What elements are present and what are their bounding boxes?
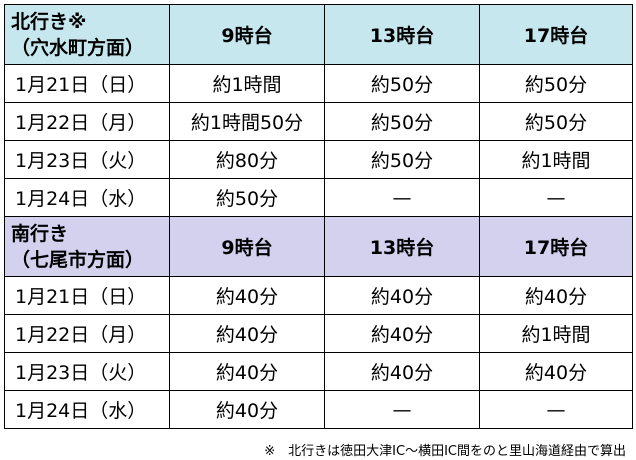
cell-value: — [479,178,633,217]
cell-value: 約50分 [479,102,633,141]
cell-value: 約80分 [169,140,325,179]
cell-value: 約40分 [479,276,633,315]
row-date: 1月21日（日） [4,276,170,315]
cell-value: 約40分 [169,314,325,353]
south-direction-header: 南行き （七尾市方面） [4,216,170,277]
cell-value: — [324,390,480,429]
row-date: 1月21日（日） [4,64,170,103]
footnote: ※ 北行きは徳田大津IC～横田IC間をのと里山海道経由で算出 [264,444,626,459]
table-row: 1月21日（日） 約1時間 約50分 約50分 [4,64,633,103]
cell-value: 約1時間 [169,64,325,103]
cell-value: — [324,178,480,217]
cell-value: 約1時間50分 [169,102,325,141]
cell-value: 約1時間 [479,314,633,353]
table-row: 1月24日（水） 約40分 — — [4,390,633,429]
cell-value: 約40分 [324,352,480,391]
row-date: 1月22日（月） [4,314,170,353]
south-header-row: 南行き （七尾市方面） 9時台 13時台 17時台 [4,216,633,277]
table-row: 1月22日（月） 約1時間50分 約50分 約50分 [4,102,633,141]
cell-value: 約1時間 [479,140,633,179]
row-date: 1月24日（水） [4,178,170,217]
table-row: 1月22日（月） 約40分 約40分 約1時間 [4,314,633,353]
cell-value: 約40分 [169,352,325,391]
row-date: 1月23日（火） [4,140,170,179]
cell-value: 約40分 [324,276,480,315]
cell-value: — [479,390,633,429]
row-date: 1月22日（月） [4,102,170,141]
north-direction-header: 北行き※ （穴水町方面） [4,4,170,65]
north-col-9: 9時台 [169,4,325,65]
cell-value: 約40分 [169,276,325,315]
north-header-row: 北行き※ （穴水町方面） 9時台 13時台 17時台 [4,4,633,65]
cell-value: 約50分 [324,140,480,179]
south-col-13: 13時台 [324,216,480,277]
table-row: 1月24日（水） 約50分 — — [4,178,633,217]
south-col-17: 17時台 [479,216,633,277]
cell-value: 約50分 [479,64,633,103]
cell-value: 約40分 [169,390,325,429]
table-row: 1月23日（火） 約40分 約40分 約40分 [4,352,633,391]
travel-time-table: 北行き※ （穴水町方面） 9時台 13時台 17時台 1月21日（日） 約1時間 … [4,4,633,429]
cell-value: 約40分 [324,314,480,353]
table-row: 1月21日（日） 約40分 約40分 約40分 [4,276,633,315]
cell-value: 約40分 [479,352,633,391]
row-date: 1月23日（火） [4,352,170,391]
north-col-13: 13時台 [324,4,480,65]
south-col-9: 9時台 [169,216,325,277]
cell-value: 約50分 [324,102,480,141]
row-date: 1月24日（水） [4,390,170,429]
table-row: 1月23日（火） 約80分 約50分 約1時間 [4,140,633,179]
cell-value: 約50分 [169,178,325,217]
cell-value: 約50分 [324,64,480,103]
north-col-17: 17時台 [479,4,633,65]
